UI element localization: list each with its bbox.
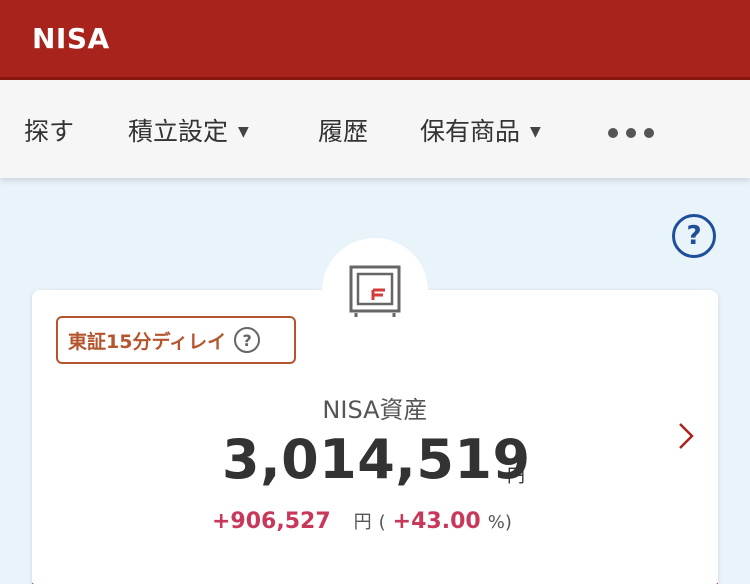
asset-value: 3,014,519 <box>222 428 531 491</box>
delay-badge-label: 東証15分ディレイ <box>68 330 227 353</box>
nav-item-holdings[interactable]: 保有商品 ▼ <box>420 110 541 150</box>
close-paren: ) <box>504 512 512 533</box>
nav-item-label: 積立設定 <box>128 117 229 146</box>
change-amount: +906,527 <box>212 509 331 534</box>
change-row: +906,527 円 ( +43.00 %) <box>212 508 512 534</box>
caret-down-icon: ▼ <box>238 123 249 140</box>
nav-item-label: 履歴 <box>318 117 369 146</box>
more-dots-icon[interactable] <box>608 128 654 138</box>
delay-badge[interactable]: 東証15分ディレイ ? <box>56 316 296 364</box>
question-icon: ? <box>234 327 261 353</box>
chevron-right-icon[interactable] <box>676 420 698 452</box>
nav-item-search[interactable]: 探す <box>24 110 74 150</box>
asset-unit: 円 <box>507 466 525 487</box>
change-unit: 円 <box>353 512 372 533</box>
nav-bar: 探す 積立設定 ▼ 履歴 保有商品 ▼ <box>0 80 750 178</box>
nav-item-label: 保有商品 <box>420 117 521 146</box>
header-title: NISA <box>32 22 110 55</box>
help-button[interactable]: ? <box>672 214 716 258</box>
percent-sign: % <box>487 512 505 533</box>
nav-item-auto-invest[interactable]: 積立設定 ▼ <box>128 110 249 150</box>
app-header: NISA <box>0 0 750 80</box>
change-percent: +43.00 <box>392 509 481 534</box>
safe-icon <box>349 265 401 317</box>
open-paren: ( <box>378 512 386 533</box>
nav-item-label: 探す <box>24 117 75 146</box>
caret-down-icon: ▼ <box>530 123 541 140</box>
asset-label: NISA資産 <box>322 396 428 424</box>
nav-item-history[interactable]: 履歴 <box>318 110 368 150</box>
